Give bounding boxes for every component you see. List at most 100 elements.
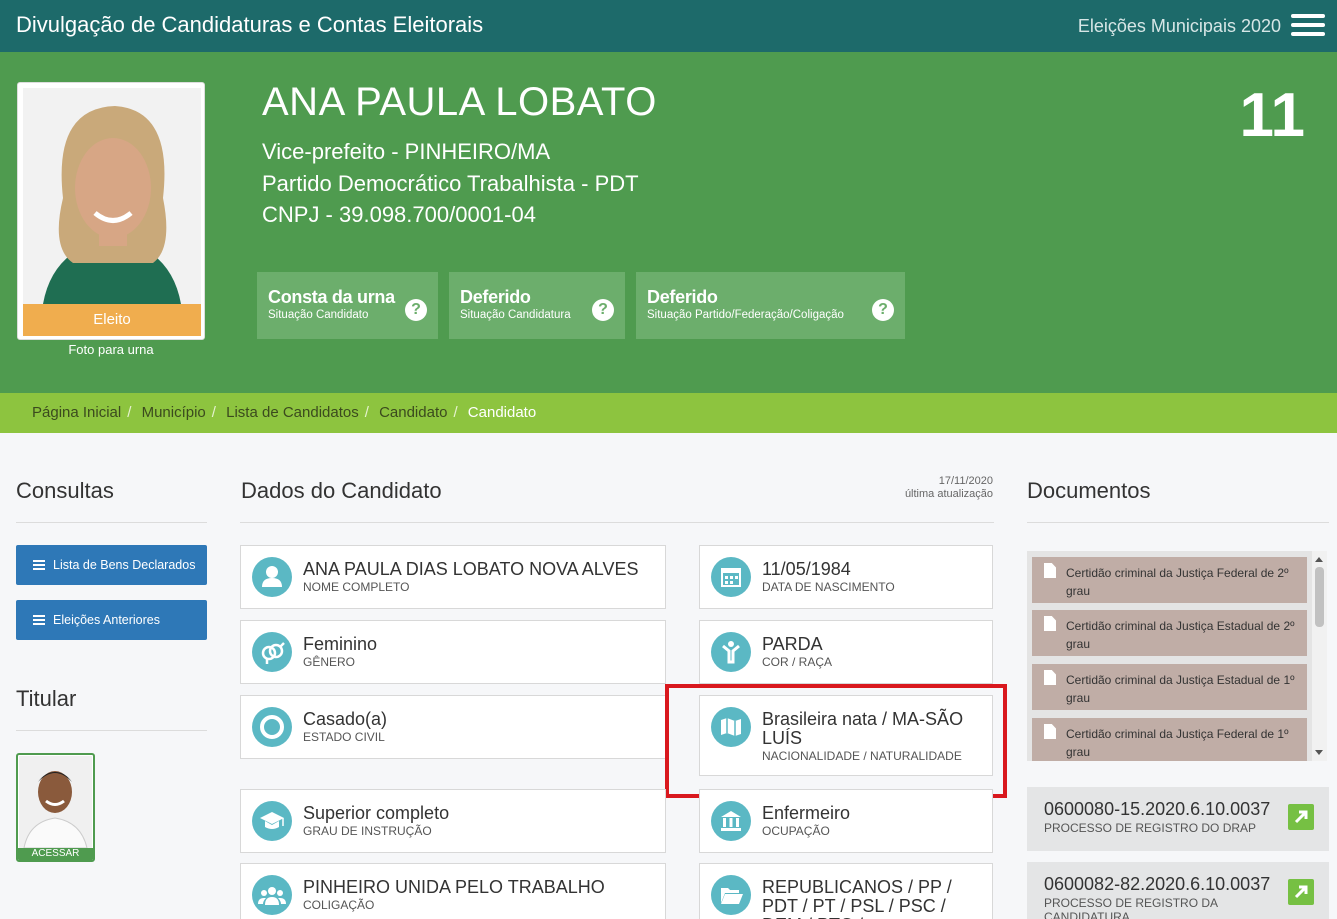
field-value: PINHEIRO UNIDA PELO TRABALHO [303,877,605,897]
scroll-up-icon[interactable] [1315,557,1323,562]
elected-badge: Eleito [23,304,201,336]
divider [1027,522,1329,523]
documents-scrollbar[interactable] [1312,551,1327,761]
field-education: Superior completo GRAU DE INSTRUÇÃO [240,789,666,853]
field-race: PARDA COR / RAÇA [699,620,993,684]
external-link-icon[interactable] [1288,879,1314,905]
user-icon [252,557,292,597]
document-item[interactable]: Certidão criminal da Justiça Estadual de… [1032,664,1307,710]
question-icon[interactable]: ? [405,299,427,321]
titular-card[interactable]: ACESSAR [16,753,95,862]
divider [16,730,207,731]
assets-list-button[interactable]: Lista de Bens Declarados [16,545,207,585]
question-icon[interactable]: ? [592,299,614,321]
breadcrumb-candidate-list[interactable]: Lista de Candidatos [226,404,359,421]
field-value: REPUBLICANOS / PP / PDT / PT / PSL / PSC… [762,877,952,919]
titular-title: Titular [16,686,77,711]
file-icon [1044,563,1056,578]
divider [16,522,207,523]
candidate-number: 11 [1239,81,1305,150]
dados-title: Dados do Candidato [241,478,442,503]
file-icon [1044,724,1056,739]
process-number: 0600082-82.2020.6.10.0037 [1044,874,1271,894]
field-value: Casado(a) [303,709,388,729]
field-label: DATA DE NASCIMENTO [762,580,895,594]
status-label: Situação Partido/Federação/Coligação [647,309,844,321]
external-link-icon[interactable] [1288,804,1314,830]
breadcrumb: Página Inicial / Município / Lista de Cand… [0,393,1337,433]
candidate-photo [23,88,201,304]
process-label: PROCESSO DE REGISTRO DA CANDIDATURA [1044,896,1218,919]
field-value: ANA PAULA DIAS LOBATO NOVA ALVES [303,559,639,579]
divider [240,522,994,523]
status-value: Consta da urna [268,287,395,307]
field-value: Enfermeiro [762,803,851,823]
last-update-label: última atualização [904,488,993,500]
process-candidacy[interactable]: 0600082-82.2020.6.10.0037 PROCESSO DE RE… [1027,862,1329,919]
last-update-date: 17/11/2020 [938,475,993,487]
field-value: 11/05/1984 [762,559,851,579]
document-item[interactable]: Certidão criminal da Justiça Federal de … [1032,718,1307,761]
candidate-ballot-name: ANA PAULA LOBATO [262,80,657,124]
status-value: Deferido [647,287,718,307]
status-candidate[interactable]: Consta da urna Situação Candidato ? [257,272,438,339]
field-label: COLIGAÇÃO [303,898,375,912]
titular-photo [19,756,92,848]
file-icon [1044,670,1056,685]
field-full-name: ANA PAULA DIAS LOBATO NOVA ALVES NOME CO… [240,545,666,609]
group-icon [252,875,292,915]
field-label: NOME COMPLETO [303,580,410,594]
breadcrumb-candidate[interactable]: Candidato [379,404,447,421]
highlight-box [665,684,1007,798]
menu-icon[interactable] [1291,14,1325,38]
field-coalition: PINHEIRO UNIDA PELO TRABALHO COLIGAÇÃO [240,863,666,919]
field-marital-status: Casado(a) ESTADO CIVIL [240,695,666,759]
election-name: Eleições Municipais 2020 [1077,16,1281,36]
document-item[interactable]: Certidão criminal da Justiça Estadual de… [1032,610,1307,656]
photo-caption: Foto para urna [68,342,154,357]
breadcrumb-municipio[interactable]: Município [142,404,206,421]
person-arms-up-icon [711,632,751,672]
calendar-icon [711,557,751,597]
status-party[interactable]: Deferido Situação Partido/Federação/Coli… [636,272,905,339]
question-icon[interactable]: ? [872,299,894,321]
consultas-title: Consultas [16,478,114,503]
field-label: GÊNERO [303,655,356,669]
field-occupation: Enfermeiro OCUPAÇÃO [699,789,993,853]
status-label: Situação Candidato [268,309,369,321]
candidate-party: Partido Democrático Trabalhista - PDT [262,171,639,196]
field-label: COR / RAÇA [762,655,833,669]
field-gender: Feminino GÊNERO [240,620,666,684]
app-title: Divulgação de Candidaturas e Contas Elei… [16,12,484,37]
access-label: ACESSAR [18,848,93,860]
breadcrumb-home[interactable]: Página Inicial [32,404,121,421]
field-label: ESTADO CIVIL [303,730,385,744]
process-drap[interactable]: 0600080-15.2020.6.10.0037 PROCESSO DE RE… [1027,787,1329,851]
field-coalition-parties: REPUBLICANOS / PP / PDT / PT / PSL / PSC… [699,863,993,919]
list-icon [33,560,45,570]
process-label: PROCESSO DE REGISTRO DO DRAP [1044,821,1257,835]
status-value: Deferido [460,287,531,307]
breadcrumb-current: Candidato [467,404,537,421]
field-label: GRAU DE INSTRUÇÃO [303,824,432,838]
folder-open-icon [711,875,751,915]
scroll-thumb[interactable] [1315,567,1324,627]
documents-list: Certidão criminal da Justiça Federal de … [1027,551,1327,761]
candidate-photo-card: Eleito [17,82,205,340]
status-candidacy[interactable]: Deferido Situação Candidatura ? [449,272,625,339]
gender-icon [252,632,292,672]
document-item[interactable]: Certidão criminal da Justiça Federal de … [1032,557,1307,603]
candidate-office: Vice-prefeito - PINHEIRO/MA [262,139,551,164]
process-number: 0600080-15.2020.6.10.0037 [1044,799,1271,819]
last-update: 17/11/2020 última atualização [905,475,993,501]
documentos-title: Documentos [1027,478,1151,503]
field-label: OCUPAÇÃO [762,824,830,838]
field-value: PARDA [762,634,823,654]
ring-icon [252,707,292,747]
scroll-down-icon[interactable] [1315,750,1323,755]
graduation-cap-icon [252,801,292,841]
list-icon [33,615,45,625]
field-birth-date: 11/05/1984 DATA DE NASCIMENTO [699,545,993,609]
field-value: Superior completo [303,803,450,823]
previous-elections-button[interactable]: Eleições Anteriores [16,600,207,640]
